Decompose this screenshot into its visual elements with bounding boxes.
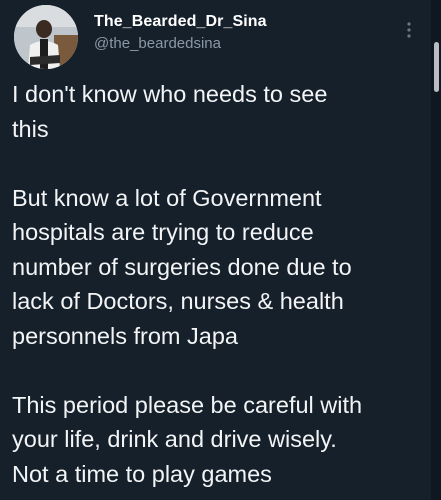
tweet-line: hospitals are trying to reduce xyxy=(12,219,314,245)
tweet-card: The_Bearded_Dr_Sina @the_beardedsina I d… xyxy=(0,0,441,500)
tweet-text: I don't know who needs to see this But k… xyxy=(12,77,424,491)
user-handle[interactable]: @the_beardedsina xyxy=(94,34,267,54)
tweet-line: lack of Doctors, nurses & health xyxy=(12,288,344,314)
avatar[interactable] xyxy=(14,5,78,69)
tweet-line: number of surgeries done due to xyxy=(12,253,352,280)
tweet-line: your life, drink and drive wisely. xyxy=(12,426,337,452)
tweet-line: this xyxy=(12,115,49,142)
avatar-image xyxy=(14,5,78,69)
tweet-line: But know a lot of Government xyxy=(12,184,322,211)
tweet-line: This period please be careful with xyxy=(12,391,363,418)
tweet-line: personnels from Japa xyxy=(12,322,238,349)
display-name[interactable]: The_Bearded_Dr_Sina xyxy=(94,12,267,32)
user-info: The_Bearded_Dr_Sina @the_beardedsina xyxy=(94,12,267,54)
tweet-line: Not a time to play games xyxy=(12,460,272,487)
scrollbar-thumb[interactable] xyxy=(434,42,439,92)
more-vertical-icon[interactable] xyxy=(397,16,421,44)
tweet-line: I don't know who needs to see xyxy=(12,81,328,107)
